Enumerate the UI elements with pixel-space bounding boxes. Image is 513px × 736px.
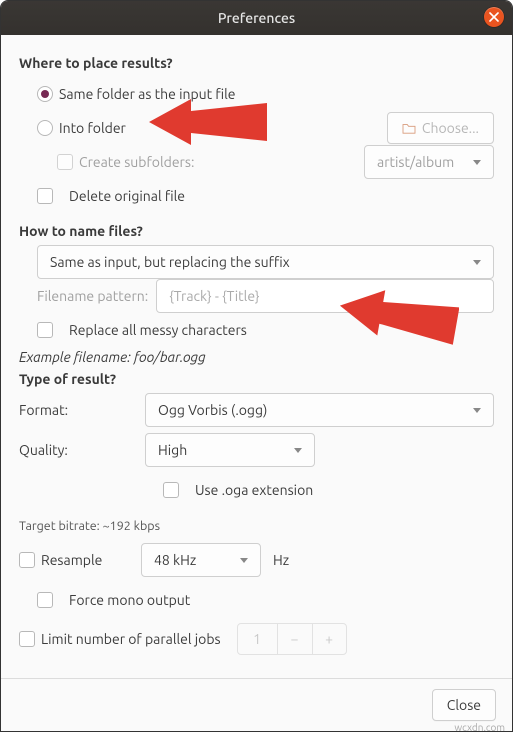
checkbox-limit-jobs[interactable] (19, 631, 35, 647)
limit-jobs-label: Limit number of parallel jobs (41, 631, 221, 647)
chevron-down-icon (473, 160, 481, 165)
force-mono-label: Force mono output (69, 592, 190, 608)
close-button[interactable]: Close (432, 689, 496, 721)
watermark: wcxdn.com (454, 722, 505, 733)
stepper-minus[interactable]: − (278, 624, 312, 654)
quality-select[interactable]: High (145, 433, 315, 467)
filename-pattern-label: Filename pattern: (37, 288, 148, 304)
filename-pattern-input[interactable]: {Track} - {Title} (156, 279, 494, 313)
close-icon (489, 12, 499, 22)
chevron-down-icon (473, 408, 481, 413)
choose-folder-button[interactable]: Choose... (387, 112, 494, 144)
checkbox-create-subfolders[interactable] (57, 154, 73, 170)
checkbox-replace-messy[interactable] (37, 322, 53, 338)
radio-same-folder-label: Same folder as the input file (59, 86, 236, 102)
create-subfolders-label: Create subfolders: (79, 154, 194, 170)
filename-mode-value: Same as input, but replacing the suffix (50, 254, 290, 270)
format-value: Ogg Vorbis (.ogg) (158, 402, 267, 418)
example-filename: Example filename: foo/bar.ogg (19, 349, 494, 365)
resample-label: Resample (41, 552, 102, 568)
radio-into-folder[interactable] (37, 120, 53, 136)
hz-label: Hz (273, 552, 289, 568)
replace-messy-label: Replace all messy characters (69, 322, 247, 338)
use-oga-label: Use .oga extension (195, 482, 313, 498)
radio-into-folder-label: Into folder (59, 120, 126, 136)
quality-label: Quality: (19, 442, 129, 458)
section-type-heading: Type of result? (19, 371, 494, 387)
chevron-down-icon (240, 558, 248, 563)
jobs-stepper[interactable]: 1 − + (237, 623, 347, 655)
choose-folder-label: Choose... (422, 120, 479, 136)
subfolder-pattern-select[interactable]: artist/album (364, 145, 494, 179)
section-place-heading: Where to place results? (19, 55, 494, 71)
window-close-button[interactable] (484, 7, 504, 27)
chevron-down-icon (473, 260, 481, 265)
window-title: Preferences (218, 10, 295, 26)
dialog-footer: Close (1, 678, 512, 731)
filename-pattern-value: {Track} - {Title} (169, 288, 259, 304)
format-select[interactable]: Ogg Vorbis (.ogg) (145, 393, 494, 427)
jobs-value: 1 (238, 624, 278, 654)
filename-mode-select[interactable]: Same as input, but replacing the suffix (37, 245, 494, 279)
subfolder-pattern-value: artist/album (377, 154, 454, 170)
chevron-down-icon (294, 448, 302, 453)
resample-value: 48 kHz (154, 552, 196, 568)
titlebar: Preferences (1, 1, 512, 35)
close-button-label: Close (447, 697, 481, 713)
stepper-plus[interactable]: + (312, 624, 346, 654)
quality-value: High (158, 442, 187, 458)
delete-original-label: Delete original file (69, 188, 185, 204)
radio-same-folder[interactable] (37, 86, 53, 102)
format-label: Format: (19, 402, 129, 418)
checkbox-force-mono[interactable] (37, 592, 53, 608)
resample-select[interactable]: 48 kHz (141, 543, 261, 577)
checkbox-use-oga[interactable] (163, 482, 179, 498)
folder-icon (402, 122, 416, 134)
checkbox-resample[interactable] (19, 552, 35, 568)
section-name-heading: How to name files? (19, 223, 494, 239)
target-bitrate: Target bitrate: ~192 kbps (19, 519, 494, 533)
checkbox-delete-original[interactable] (37, 188, 53, 204)
